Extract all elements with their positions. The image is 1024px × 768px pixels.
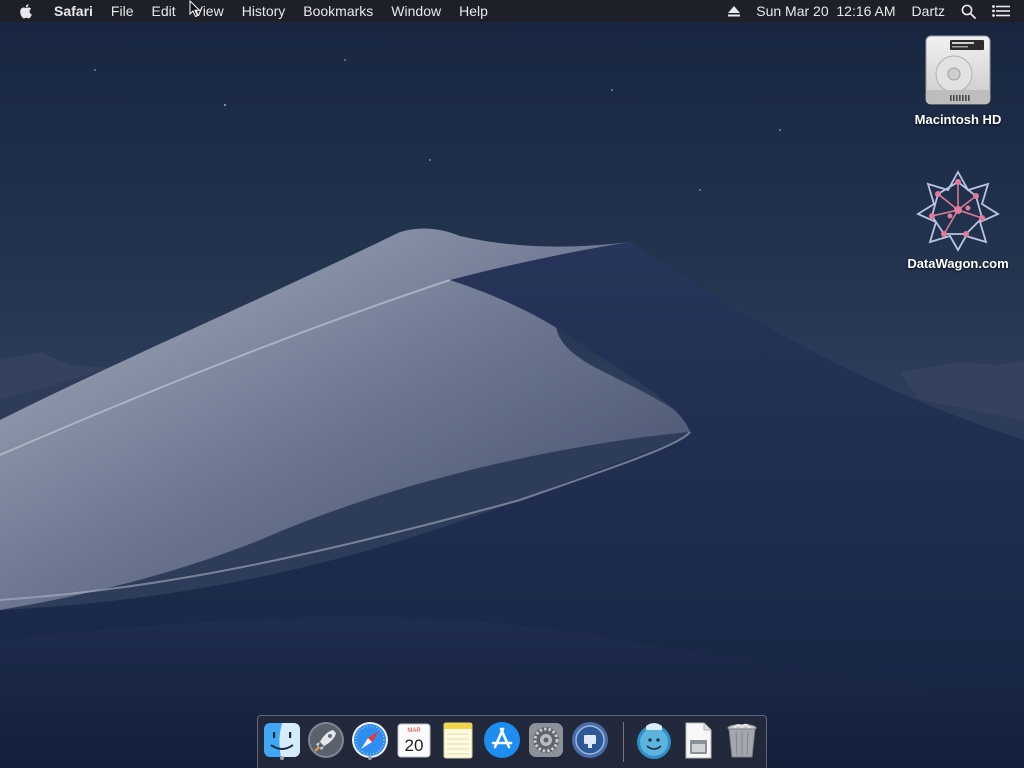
dock-item-notes[interactable] [438,720,478,762]
dock-separator [623,722,624,762]
downloads-icon [637,723,671,759]
menu-window[interactable]: Window [382,0,450,22]
eject-icon[interactable] [720,0,748,22]
calendar-icon: MAR 20 [397,723,431,758]
mouse-cursor-icon [189,0,201,18]
menu-file[interactable]: File [102,0,143,22]
menu-help[interactable]: Help [450,0,497,22]
menu-bar-right: Sun Mar 20 12:16 AM Dartz [720,0,1024,22]
dock-item-safari[interactable] [350,720,390,762]
dock-item-screen-sharing[interactable] [570,720,610,762]
menu-user[interactable]: Dartz [904,0,953,22]
hard-drive-icon [925,35,991,105]
menu-bar: Safari File Edit View History Bookmarks … [0,0,1024,22]
menu-app-name[interactable]: Safari [46,0,102,22]
dock: MAR 20 [257,715,767,768]
desktop-icon-label: DataWagon.com [907,256,1009,271]
calendar-month: MAR [407,728,421,734]
desktop-icon-datawagon[interactable]: DataWagon.com [898,168,1018,271]
menu-clock[interactable]: Sun Mar 20 12:16 AM [748,0,903,22]
apple-logo-icon[interactable] [19,3,34,19]
search-icon[interactable] [953,0,984,22]
document-icon [685,722,712,759]
list-icon[interactable] [984,0,1024,22]
dock-item-launchpad[interactable] [306,720,346,762]
menu-history[interactable]: History [233,0,295,22]
dock-item-system-preferences[interactable] [526,720,566,762]
dock-item-app-store[interactable] [482,720,522,762]
safari-icon [352,722,388,758]
calendar-day: 20 [405,736,424,755]
menu-bookmarks[interactable]: Bookmarks [294,0,382,22]
dock-item-finder[interactable] [262,720,302,762]
datawagon-logo-icon [916,170,1000,252]
wallpaper [0,0,1024,768]
menu-bar-left: Safari File Edit View History Bookmarks … [0,0,497,22]
screen-sharing-icon [572,722,608,758]
trash-icon [727,723,757,758]
running-indicator [368,756,372,760]
finder-icon [264,723,300,757]
app-store-icon [484,722,520,758]
desktop[interactable]: Safari File Edit View History Bookmarks … [0,0,1024,768]
menu-edit[interactable]: Edit [142,0,184,22]
dock-item-downloads[interactable] [634,720,674,762]
notes-icon [443,722,473,759]
launchpad-icon [308,722,344,758]
running-indicator [280,756,284,760]
dock-item-trash[interactable] [722,720,762,762]
dock-item-document[interactable] [678,720,718,762]
desktop-icon-label: Macintosh HD [914,112,1002,127]
desktop-icon-macintosh-hd[interactable]: Macintosh HD [898,32,1018,127]
dock-item-calendar[interactable]: MAR 20 [394,720,434,762]
system-preferences-icon [529,723,563,757]
